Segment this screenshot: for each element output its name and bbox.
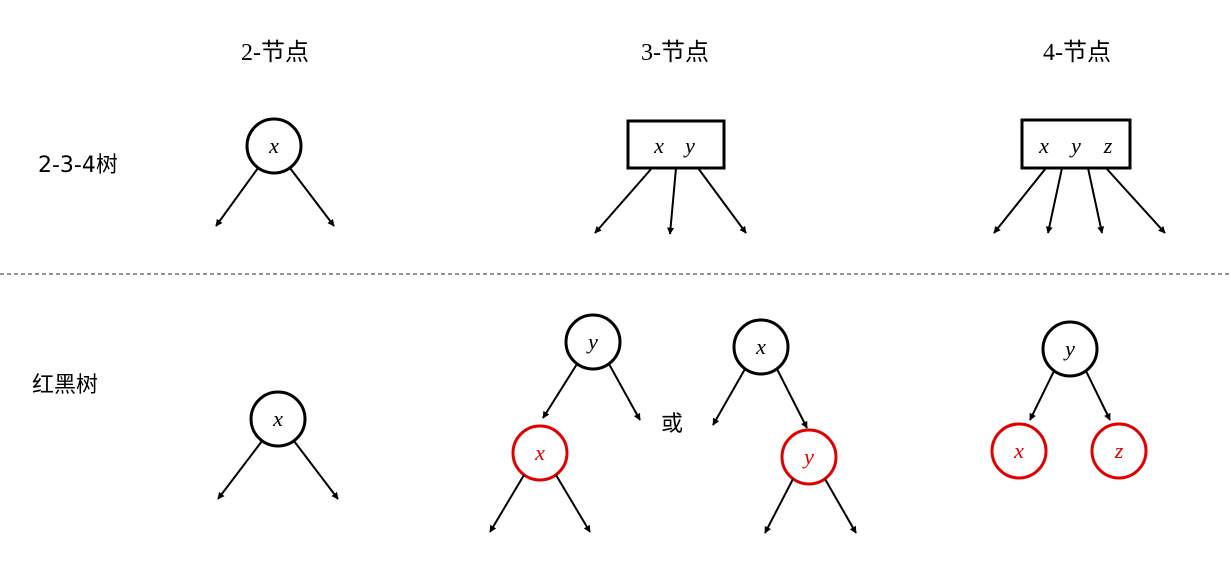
edge-arrow bbox=[608, 363, 641, 421]
edge-arrow bbox=[1085, 370, 1111, 421]
node-label-y: y bbox=[683, 133, 695, 158]
edge-arrow bbox=[289, 167, 335, 227]
edge-arrow bbox=[555, 474, 591, 533]
node-label-x: x bbox=[1038, 133, 1049, 158]
edge-arrow bbox=[712, 368, 746, 426]
node-label-z: z bbox=[1103, 133, 1113, 158]
edge-arrow bbox=[542, 363, 578, 419]
rb-three-node-left-lean: y x bbox=[489, 313, 641, 533]
edge-arrow bbox=[489, 474, 525, 533]
header-4-node: 4-节点 bbox=[1043, 39, 1111, 66]
rb-four-node: y x z bbox=[990, 320, 1148, 480]
edge-arrow bbox=[293, 440, 339, 500]
node-label-y: y bbox=[586, 329, 598, 354]
edge-arrow bbox=[1105, 167, 1166, 234]
edge-arrow bbox=[697, 167, 747, 234]
node-label-x: x bbox=[755, 334, 766, 359]
node-label-y: y bbox=[1069, 133, 1081, 158]
header-3-node: 3-节点 bbox=[641, 39, 709, 66]
node-label-x: x bbox=[268, 133, 279, 158]
node-label-z: z bbox=[1114, 438, 1124, 463]
header-2-node: 2-节点 bbox=[241, 39, 309, 66]
or-label: 或 bbox=[661, 412, 683, 437]
234-four-node: x y z bbox=[993, 118, 1166, 234]
node-label-x: x bbox=[653, 133, 664, 158]
node-label-y: y bbox=[1063, 336, 1075, 361]
node-box bbox=[626, 119, 726, 170]
edge-arrow bbox=[1045, 167, 1063, 234]
node-label-x: x bbox=[272, 406, 283, 431]
edge-arrow bbox=[594, 167, 653, 234]
edge-arrow bbox=[764, 478, 794, 534]
tree-comparison-diagram: 2-节点 3-节点 4-节点 2-3-4树 红黑树 x x y x y z x bbox=[0, 39, 1231, 534]
edge-arrow bbox=[1087, 167, 1105, 234]
node-label-x: x bbox=[534, 440, 545, 465]
234-two-node: x bbox=[215, 117, 335, 227]
edge-arrow bbox=[667, 167, 677, 235]
edge-arrow bbox=[1029, 370, 1055, 421]
edge-arrow bbox=[776, 368, 808, 429]
node-label-x: x bbox=[1013, 438, 1024, 463]
edge-arrow bbox=[215, 167, 259, 227]
edge-arrow bbox=[993, 167, 1047, 234]
rb-two-node: x bbox=[217, 390, 339, 500]
node-label-y: y bbox=[802, 444, 814, 469]
rb-three-node-right-lean: x y bbox=[712, 318, 857, 534]
edge-arrow bbox=[217, 440, 263, 500]
edge-arrow bbox=[824, 478, 857, 534]
row-label-rb-tree: 红黑树 bbox=[32, 373, 98, 398]
234-three-node: x y bbox=[594, 119, 747, 235]
row-label-234-tree: 2-3-4树 bbox=[38, 153, 118, 178]
